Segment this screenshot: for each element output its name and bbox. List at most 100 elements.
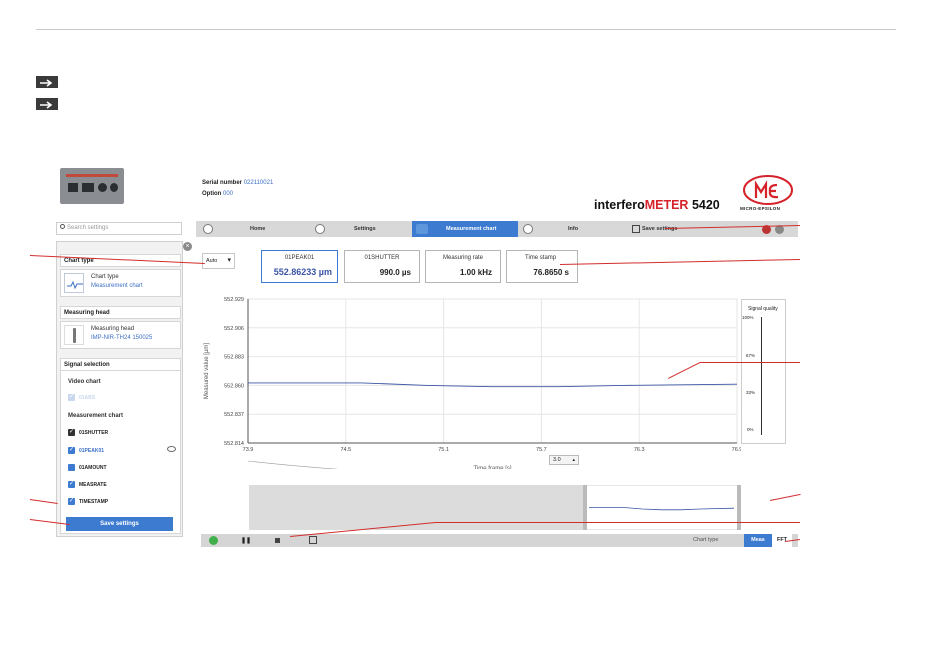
signal-quality-tick: 33% <box>746 390 756 395</box>
option: Option 000 <box>202 191 233 197</box>
stepper-icon: ▴ <box>572 457 575 463</box>
y-tick-label: 552.883 <box>224 355 244 361</box>
nav-settings[interactable]: Settings <box>332 226 412 232</box>
measure-box-label: Time stamp <box>525 255 557 261</box>
arrow-right-icon <box>36 98 58 110</box>
signal-quality-tick: 100% <box>742 315 754 320</box>
sensor-probe-icon <box>64 325 84 345</box>
device-image <box>60 168 124 204</box>
overview-navigator[interactable] <box>249 485 741 530</box>
annotation-line <box>560 259 801 265</box>
search-placeholder: Search settings <box>67 225 109 231</box>
video-chart-label: Video chart <box>68 379 101 385</box>
nav-home[interactable]: Home <box>220 226 308 232</box>
option-label: Option <box>202 191 222 197</box>
y-tick-label: 552.814 <box>224 441 244 447</box>
signal-quality-box: Signal quality 100% 67% 33% 0% <box>741 299 786 444</box>
play-icon[interactable] <box>209 536 218 545</box>
x-tick-label: 76.3 <box>634 447 645 453</box>
annotation-line <box>700 362 800 363</box>
x-tick-label: 75.7 <box>536 447 547 453</box>
x-tick-label: 75.1 <box>438 447 449 453</box>
x-axis-title: Time frame [s] <box>473 466 511 469</box>
serial-number: Serial number 022110021 <box>202 180 273 186</box>
signal-checkbox[interactable]: ✓ <box>68 498 75 505</box>
serial-label: Serial number <box>202 180 243 186</box>
measuring-head-card[interactable]: Measuring head IMP-NIR-TH24 150025 <box>60 321 181 349</box>
logo-text: MICRO-EPSILON <box>740 206 781 211</box>
chart-icon <box>416 224 428 234</box>
y-tick-label: 552.860 <box>224 383 244 389</box>
measuring-head-title: Measuring head <box>91 326 135 332</box>
plot-area <box>247 298 738 444</box>
signal-checkbox[interactable]: ✓ <box>68 447 75 454</box>
tab-measurement-chart[interactable]: Measurement chart <box>412 221 518 237</box>
measure-box: 01SHUTTER 990.0 µs <box>344 250 420 283</box>
signal-label: 01PEAK01 <box>79 448 105 454</box>
gear-icon[interactable] <box>315 224 325 234</box>
line-chart-icon <box>64 273 84 293</box>
measure-box: Measuring rate 1.00 kHz <box>425 250 501 283</box>
overview-handle-left <box>583 485 587 530</box>
y-tick-label: 552.906 <box>224 326 244 332</box>
measure-box-value: 1.00 kHz <box>459 268 492 277</box>
option-value: 000 <box>223 191 234 197</box>
measuring-head-header: Measuring head <box>60 306 181 319</box>
measure-box: Time stamp 76.8650 s <box>506 250 578 283</box>
measure-box-value: 76.8650 s <box>533 268 569 277</box>
top-rule <box>36 29 896 30</box>
auto-scale-select[interactable]: Auto ▾ <box>202 253 235 269</box>
sidebar: Chart type Chart type Measurement chart … <box>56 241 183 537</box>
meas-button[interactable]: Meas <box>744 534 772 547</box>
signal-quality-title: Signal quality <box>748 306 778 312</box>
chart-type-card[interactable]: Chart type Measurement chart <box>60 269 181 297</box>
signal-label: TIMESTAMP <box>79 499 109 505</box>
measurement-chart[interactable]: 552.929 552.906 552.883 552.860 552.837 552.8… <box>196 294 741 469</box>
measure-box-value: 990.0 µs <box>379 268 411 277</box>
signal-label: 01SHUTTER <box>79 430 109 436</box>
x-tick-label: 76.9 <box>732 447 741 453</box>
range-bracket <box>247 460 339 469</box>
stop-icon[interactable] <box>275 538 280 543</box>
tab-measurement-chart-label: Measurement chart <box>446 226 497 232</box>
pause-icon[interactable]: ❚❚ <box>241 537 251 544</box>
chart-type-label: Chart type <box>693 537 719 543</box>
x-tick-label: 73.9 <box>243 447 254 453</box>
time-frame-input[interactable]: 3.0 ▴ <box>549 455 579 465</box>
measuring-head-value: IMP-NIR-TH24 150025 <box>91 335 153 341</box>
close-sidebar-icon[interactable]: × <box>183 242 192 251</box>
nav-info[interactable]: Info <box>538 226 630 232</box>
annotation-line <box>770 494 801 501</box>
measurement-chart-label: Measurement chart <box>68 413 124 419</box>
signal-checkbox[interactable] <box>68 464 75 471</box>
chart-type-value: Measurement chart <box>91 283 143 289</box>
auto-scale-value: Auto <box>206 258 218 264</box>
save-settings-button[interactable]: Save settings <box>66 517 173 531</box>
chevron-down-icon: ▾ <box>227 257 231 264</box>
home-icon[interactable] <box>203 224 213 234</box>
serial-value: 022110021 <box>243 180 274 186</box>
arrow-right-icon <box>36 76 58 88</box>
signal-quality-tick: 67% <box>746 353 756 358</box>
measure-box-label: 01SHUTTER <box>364 255 400 261</box>
overview-handle-right <box>737 485 741 530</box>
signal-checkbox[interactable]: ✓ <box>68 429 75 436</box>
signal-label: 01AMOUNT <box>79 465 107 471</box>
save-icon[interactable] <box>309 536 317 544</box>
main-navbar: Home Settings Measurement chart Info Sav… <box>196 221 798 237</box>
search-icon <box>60 224 65 229</box>
signal-label: MEASRATE <box>79 482 107 488</box>
measure-box-label: 01PEAK01 <box>284 255 315 261</box>
x-tick-label: 74.5 <box>340 447 351 453</box>
eye-icon[interactable] <box>167 446 176 452</box>
y-tick-label: 552.837 <box>224 412 244 418</box>
search-input[interactable]: Search settings <box>56 222 182 235</box>
video-checkbox[interactable]: ✓ <box>68 394 75 401</box>
measure-box-value: 552.86233 µm <box>273 267 332 277</box>
signal-checkbox[interactable]: ✓ <box>68 481 75 488</box>
measure-box-label: Measuring rate <box>442 255 484 261</box>
y-tick-label: 552.929 <box>224 297 244 303</box>
signal-quality-tick: 0% <box>747 427 754 432</box>
info-icon[interactable] <box>523 224 533 234</box>
time-frame-value: 3.0 <box>553 457 561 463</box>
